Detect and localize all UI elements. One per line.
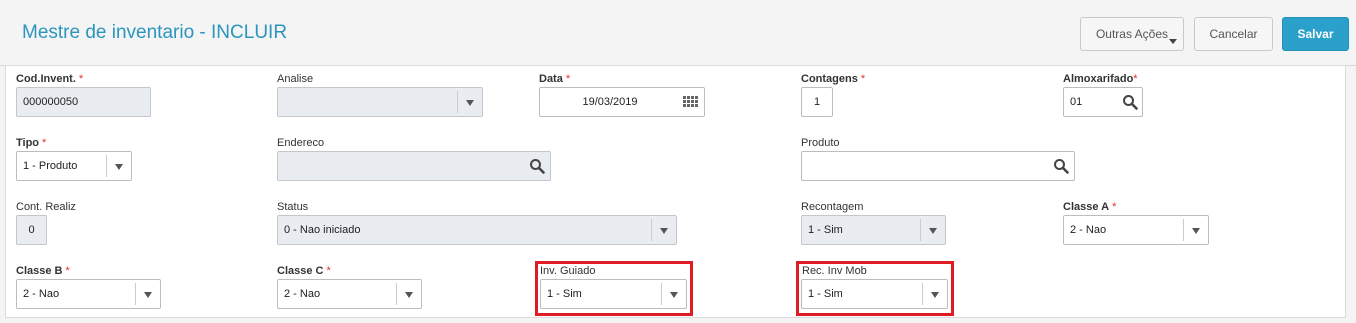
- rec-inv-mob-label: Rec. Inv Mob: [802, 265, 867, 277]
- chevron-down-icon: [1183, 219, 1208, 241]
- chevron-down-icon: [920, 219, 945, 241]
- cont-realiz-label: Cont. Realiz: [16, 201, 76, 213]
- inv-guiado-value: 1 - Sim: [547, 288, 582, 300]
- data-label: Data *: [539, 73, 571, 85]
- produto-field[interactable]: [801, 151, 1075, 181]
- almoxarifado-field[interactable]: 01: [1063, 87, 1143, 117]
- outras-acoes-button[interactable]: Outras Ações: [1080, 17, 1184, 51]
- data-date-field[interactable]: 19/03/2019: [539, 87, 705, 117]
- tipo-select[interactable]: 1 - Produto: [16, 151, 132, 181]
- data-value: 19/03/2019: [582, 96, 638, 108]
- classe-b-label: Classe B *: [16, 265, 70, 277]
- chevron-down-icon: [661, 283, 686, 305]
- cont-realiz-value: 0: [28, 224, 35, 236]
- classe-a-value: 2 - Nao: [1070, 224, 1107, 236]
- classe-c-label: Classe C *: [277, 265, 331, 277]
- recontagem-value: 1 - Sim: [808, 224, 843, 236]
- rec-inv-mob-select[interactable]: 1 - Sim: [801, 279, 948, 309]
- save-button[interactable]: Salvar: [1282, 17, 1349, 51]
- rec-inv-mob-value: 1 - Sim: [808, 288, 843, 300]
- caret-down-icon: [1169, 39, 1177, 44]
- status-label: Status: [277, 201, 309, 213]
- chevron-down-icon: [135, 283, 160, 305]
- status-value: 0 - Nao iniciado: [284, 224, 361, 236]
- endereco-label: Endereco: [277, 137, 325, 149]
- cancel-button[interactable]: Cancelar: [1194, 17, 1273, 51]
- contagens-value: 1: [813, 96, 821, 108]
- contagens-label: Contagens *: [801, 73, 866, 85]
- outras-acoes-label: Outras Ações: [1095, 27, 1169, 41]
- almoxarifado-value: 01: [1070, 96, 1083, 108]
- analise-label: Analise: [277, 73, 314, 85]
- cod-invent-value: 000000050: [23, 96, 79, 108]
- status-select[interactable]: 0 - Nao iniciado: [277, 215, 677, 245]
- classe-b-select[interactable]: 2 - Nao: [16, 279, 161, 309]
- analise-select[interactable]: [277, 87, 483, 117]
- classe-a-select[interactable]: 2 - Nao: [1063, 215, 1209, 245]
- cod-invent-field[interactable]: 000000050: [16, 87, 151, 117]
- endereco-field[interactable]: [277, 151, 551, 181]
- recontagem-label: Recontagem: [801, 201, 864, 213]
- calendar-icon[interactable]: [683, 95, 699, 111]
- classe-a-label: Classe A *: [1063, 201, 1117, 213]
- page-title: Mestre de inventario - INCLUIR: [22, 22, 288, 43]
- search-icon[interactable]: [1053, 158, 1069, 174]
- chevron-down-icon: [106, 155, 131, 177]
- cod-invent-label: Cod.Invent. *: [16, 73, 84, 85]
- chevron-down-icon: [651, 219, 676, 241]
- inventory-form: Cod.Invent. * 000000050 Analise Data * 19/…: [5, 65, 1346, 318]
- tipo-label: Tipo *: [16, 137, 47, 149]
- page-header: Mestre de inventario - INCLUIR Outras Aç…: [0, 0, 1356, 66]
- classe-c-select[interactable]: 2 - Nao: [277, 279, 422, 309]
- chevron-down-icon: [396, 283, 421, 305]
- contagens-field[interactable]: 1: [801, 87, 833, 117]
- cont-realiz-field[interactable]: 0: [16, 215, 47, 245]
- search-icon[interactable]: [1122, 94, 1138, 110]
- produto-label: Produto: [801, 137, 840, 149]
- classe-c-value: 2 - Nao: [284, 288, 321, 300]
- inv-guiado-label: Inv. Guiado: [540, 265, 596, 277]
- almoxarifado-label: Almoxarifado*: [1063, 73, 1138, 85]
- search-icon[interactable]: [529, 158, 545, 174]
- tipo-value: 1 - Produto: [23, 160, 78, 172]
- recontagem-select[interactable]: 1 - Sim: [801, 215, 946, 245]
- chevron-down-icon: [457, 91, 482, 113]
- chevron-down-icon: [922, 283, 947, 305]
- classe-b-value: 2 - Nao: [23, 288, 60, 300]
- inv-guiado-select[interactable]: 1 - Sim: [540, 279, 687, 309]
